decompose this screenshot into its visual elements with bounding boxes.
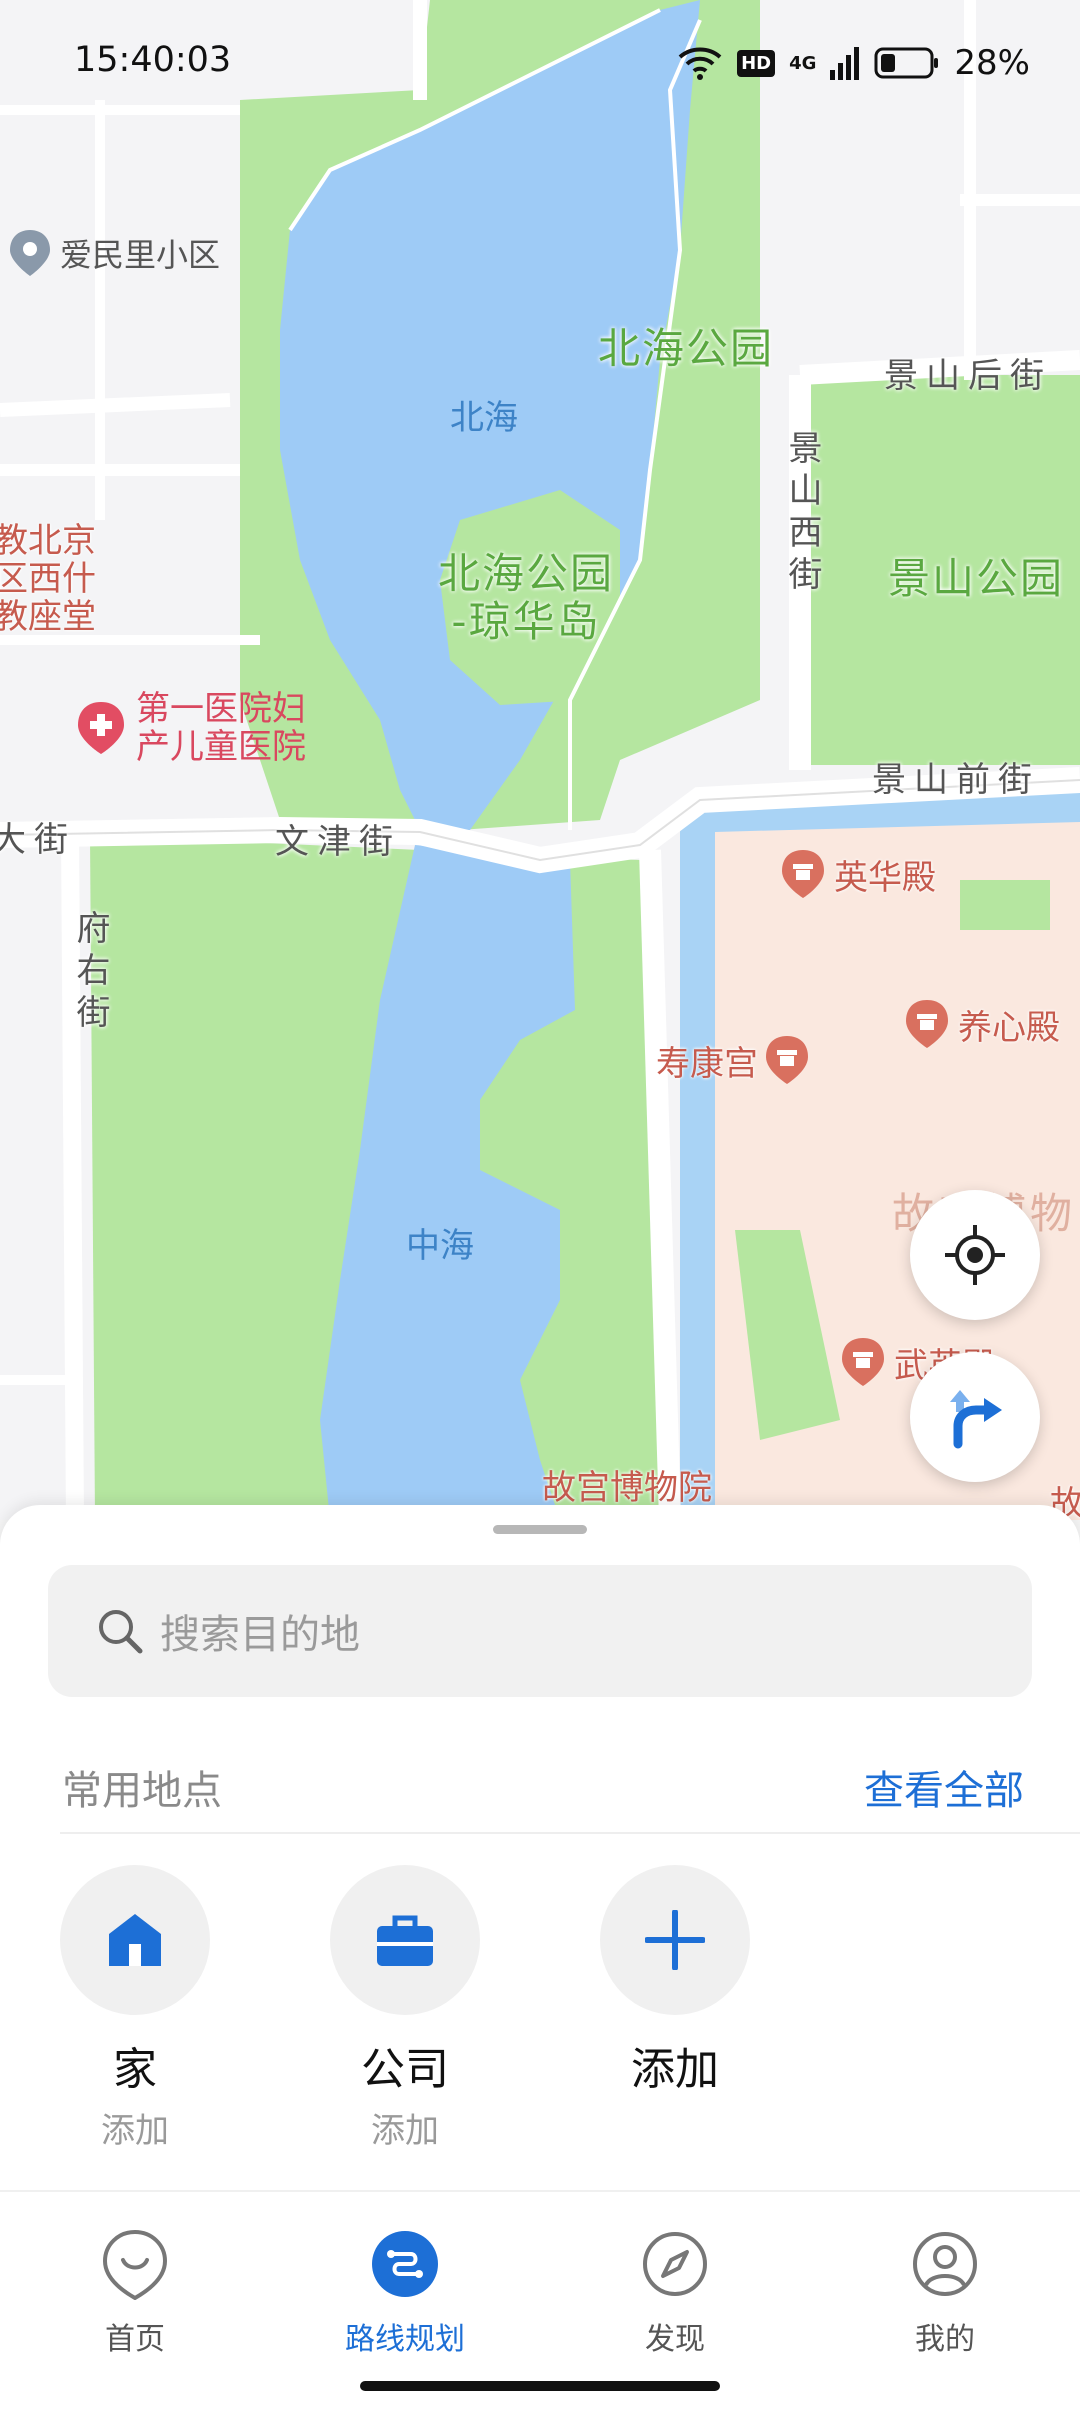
palace-pin-icon — [766, 1036, 808, 1084]
battery-icon — [874, 47, 939, 79]
section-divider — [60, 1832, 1080, 1834]
tab-route-planning[interactable]: 路线规划 — [325, 2228, 485, 2358]
poi-shoukang-label: 寿康宫 — [656, 1043, 758, 1084]
tab-discover[interactable]: 发现 — [595, 2228, 755, 2358]
map-label-da-street: 大街 — [0, 820, 76, 860]
sheet-drag-handle[interactable] — [493, 1525, 587, 1534]
wifi-icon — [678, 47, 722, 80]
search-icon — [99, 1610, 143, 1654]
poi-aiminli-label: 爱民里小区 — [60, 236, 221, 274]
place-company-sub: 添加 — [371, 2111, 439, 2151]
map-label-qionghua-island[interactable]: 北海公园 -琼华岛 — [438, 550, 614, 646]
briefcase-icon — [377, 1915, 433, 1966]
search-bar[interactable]: 搜索目的地 — [48, 1565, 1032, 1697]
tab-home-label: 首页 — [105, 2322, 165, 2357]
poi-yangxin[interactable]: 养心殿 — [904, 998, 1060, 1050]
plus-icon — [645, 1910, 705, 1970]
poi-hospital[interactable]: 第一医院妇 产儿童医院 — [76, 690, 306, 766]
turn-right-icon — [950, 1390, 1002, 1449]
poi-yinghua-label: 英华殿 — [834, 857, 936, 898]
poi-shoukang[interactable]: 寿康宫 — [656, 1034, 810, 1086]
map-label-jingshan-xi-street: 景山西街 — [782, 430, 822, 598]
map-label-beihai-park[interactable]: 北海公园 — [598, 315, 774, 376]
tab-mine-label: 我的 — [915, 2322, 975, 2357]
place-company-name: 公司 — [361, 2044, 449, 2095]
signal-icon — [830, 47, 860, 80]
home-indicator[interactable] — [360, 2381, 720, 2391]
palace-pin-icon — [906, 1000, 948, 1048]
map-label-jingshan-qian-street: 景山前街 — [872, 760, 1040, 800]
status-time: 15:40:03 — [74, 40, 232, 80]
map-label-jingshan-hou-street: 景山后街 — [884, 356, 1052, 396]
map-label-zhonghai[interactable]: 中海 — [406, 1218, 474, 1267]
map-label-jingshan-park[interactable]: 景山公园 — [888, 545, 1064, 606]
place-add-circle[interactable] — [600, 1865, 750, 2015]
compass-icon — [643, 2232, 707, 2296]
view-all-link[interactable]: 查看全部 — [864, 1758, 1024, 1816]
bottom-tab-bar: 首页 路线规划 发现 我的 — [0, 2190, 1080, 2370]
place-company[interactable]: 公司 添加 — [330, 1865, 480, 2152]
palace-pin-icon — [842, 1338, 884, 1386]
hospital-pin-icon — [78, 702, 124, 754]
battery-percent: 28% — [954, 43, 1030, 83]
locate-me-button[interactable] — [910, 1190, 1040, 1320]
route-shortcut-button[interactable] — [910, 1352, 1040, 1482]
place-home-sub: 添加 — [101, 2111, 169, 2151]
network-type: 4G — [789, 52, 817, 74]
tab-route-planning-label: 路线规划 — [345, 2322, 465, 2357]
home-smile-icon — [102, 2229, 168, 2300]
poi-aiminli[interactable]: 爱民里小区 — [8, 228, 220, 278]
map-pin-icon — [10, 230, 50, 276]
place-company-circle[interactable] — [330, 1865, 480, 2015]
hd-badge: HD — [737, 49, 776, 77]
route-icon — [372, 2231, 438, 2297]
search-placeholder: 搜索目的地 — [160, 1612, 360, 1658]
map-view[interactable]: 北海公园 北海 北海公园 -琼华岛 景山公园 中海 景山后街 景山西街 景山前街… — [0, 0, 1080, 1524]
profile-icon — [913, 2232, 977, 2296]
place-home-name: 家 — [113, 2044, 157, 2095]
tab-discover-label: 发现 — [645, 2322, 705, 2357]
place-home-circle[interactable] — [60, 1865, 210, 2015]
poi-palace-museum[interactable]: 故宫博物院 — [542, 1460, 712, 1509]
home-icon — [109, 1914, 161, 1966]
palace-pin-icon — [782, 850, 824, 898]
tab-home[interactable]: 首页 — [55, 2228, 215, 2358]
poi-hospital-label: 第一医院妇 产儿童医院 — [136, 689, 306, 767]
map-label-fuyou-street: 府右街 — [70, 910, 110, 1036]
poi-church[interactable]: 教北京 区西什 教座堂 — [0, 522, 96, 636]
poi-yinghua[interactable]: 英华殿 — [780, 848, 936, 900]
place-add[interactable]: 添加 — [600, 1865, 750, 2097]
place-add-name: 添加 — [631, 2044, 719, 2095]
frequent-places-title: 常用地点 — [62, 1768, 222, 1814]
poi-yangxin-label: 养心殿 — [958, 1007, 1060, 1048]
map-label-wenjin-street: 文津街 — [275, 822, 401, 862]
map-label-beihai[interactable]: 北海 — [450, 390, 518, 439]
place-home[interactable]: 家 添加 — [60, 1865, 210, 2152]
status-right: HD 4G 28% — [677, 38, 1030, 88]
crosshair-icon — [945, 1225, 1005, 1285]
status-bar: 15:40:03 HD 4G 28% — [0, 38, 1080, 88]
tab-mine[interactable]: 我的 — [865, 2228, 1025, 2358]
